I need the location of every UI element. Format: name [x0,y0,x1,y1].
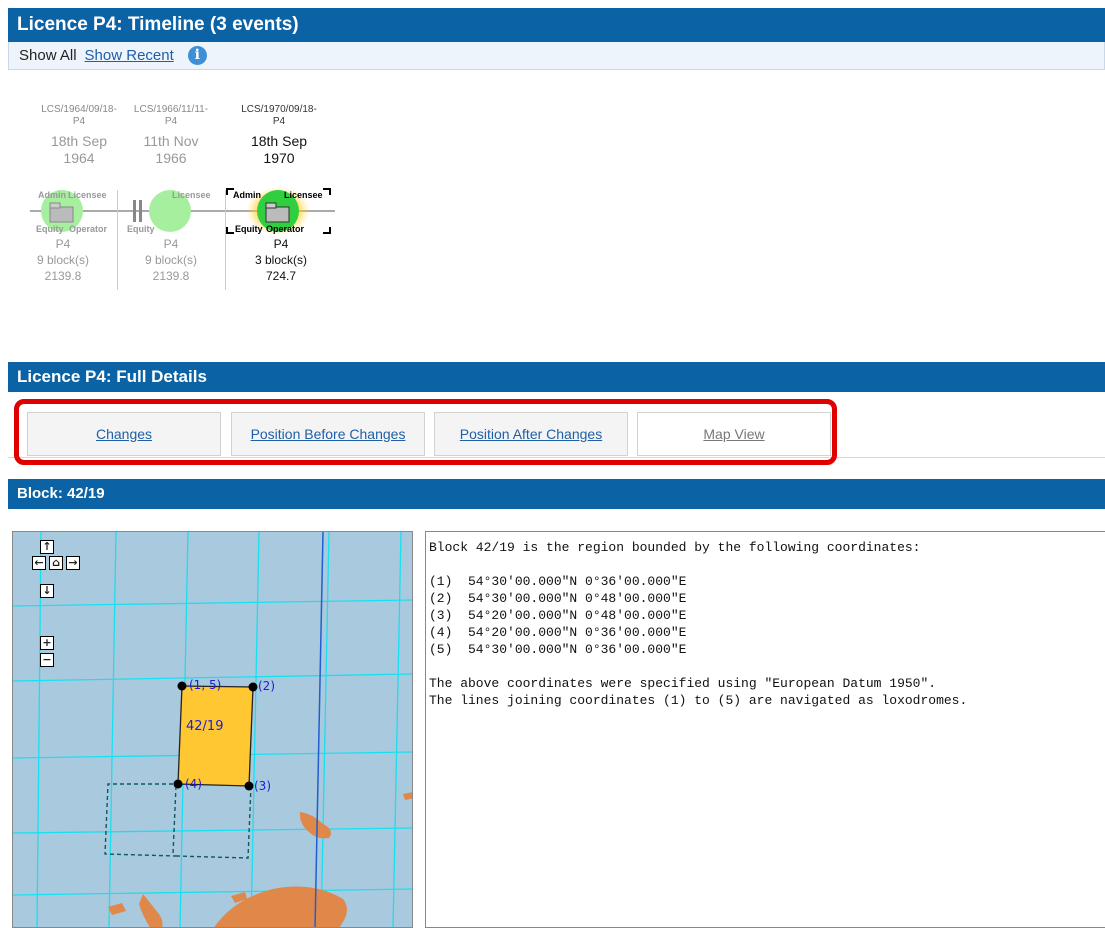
timeline-divider [225,190,226,290]
neighbour-blocks [104,783,252,859]
vertex-label-4: (4) [185,777,202,791]
vertex-marker[interactable] [248,682,258,692]
show-recent-link[interactable]: Show Recent [85,47,174,64]
pan-up-icon[interactable]: ↑ [40,540,54,554]
role-licensee: Licensee [284,190,323,200]
event-1-summary: P4 9 block(s) 2139.8 [36,237,89,283]
pan-left-icon[interactable]: ← [32,556,46,570]
zoom-in-icon[interactable]: + [40,636,54,650]
role-operator: Operator [266,224,305,234]
lines-note: The lines joining coordinates (1) to (5)… [429,693,968,708]
timeline-event-3[interactable]: LCS/1970/09/18- P4 18th Sep 1970 [233,104,325,167]
vertex-label-2: (2) [258,679,275,693]
coord-line-4: (4) 54°20'00.000"N 0°36'00.000"E [429,625,687,640]
datum-note: The above coordinates were specified usi… [429,676,937,691]
pan-right-icon[interactable]: → [66,556,80,570]
vertex-marker[interactable] [173,779,183,789]
coord-line-5: (5) 54°30'00.000"N 0°36'00.000"E [429,642,687,657]
block-title: Block: 42/19 [17,485,105,502]
event-code: LCS/1970/09/18- P4 [241,104,317,127]
role-admin: Admin [38,190,66,200]
block-code-label: 42/19 [186,719,224,734]
coord-line-2: (2) 54°30'00.000"N 0°48'00.000"E [429,591,687,606]
role-equity: Equity [127,224,155,234]
vertex-label-1-5: (1, 5) [189,678,222,692]
role-licensee: Licensee [68,190,107,200]
timeline-title: Licence P4: Timeline (3 events) [17,14,299,35]
selected-block-polygon[interactable] [177,685,254,787]
vertex-marker[interactable] [244,781,254,791]
role-licensee: Licensee [172,190,211,200]
show-all-label[interactable]: Show All [19,47,77,64]
zoom-out-icon[interactable]: − [40,653,54,667]
pan-down-icon[interactable]: ↓ [40,584,54,598]
role-operator: Operator [69,224,108,234]
vertex-marker[interactable] [177,681,187,691]
timeline-header: Licence P4: Timeline (3 events) [8,8,1105,42]
timeline-gap-marker [133,200,136,222]
event-code: LCS/1964/09/18- P4 [41,104,117,127]
block-header: Block: 42/19 [8,479,1105,509]
vertex-label-3: (3) [254,779,271,793]
timeline-event-1[interactable]: LCS/1964/09/18- P4 18th Sep 1964 [33,104,125,167]
land-area [108,792,412,927]
event-date: 18th Sep 1970 [250,133,308,166]
event-code: LCS/1966/11/11- P4 [133,104,209,127]
details-header: Licence P4: Full Details [8,362,1105,392]
role-admin: Admin [233,190,261,200]
tabs-highlight-box [14,399,837,465]
role-equity: Equity [235,224,263,234]
block-map[interactable]: 42/19 (1, 5) (2) (3) (4) ↑ ← ⌂ → ↓ + − [12,531,413,928]
event-date: 18th Sep 1964 [50,133,108,166]
info-icon[interactable]: i [187,46,207,65]
details-title: Licence P4: Full Details [17,367,207,386]
home-icon[interactable]: ⌂ [49,556,63,570]
event-3-summary: P4 3 block(s) 724.7 [254,237,307,283]
timeline-filter-bar: Show All Show Recent i [8,42,1105,70]
coord-line-3: (3) 54°20'00.000"N 0°48'00.000"E [429,608,687,623]
timeline-divider [117,190,118,290]
coords-intro: Block 42/19 is the region bounded by the… [429,540,921,555]
event-date: 11th Nov 1966 [143,133,199,166]
event-2-summary: P4 9 block(s) 2139.8 [144,237,197,283]
block-coordinates-text: Block 42/19 is the region bounded by the… [425,531,1105,928]
timeline-event-2[interactable]: LCS/1966/11/11- P4 11th Nov 1966 [125,104,217,167]
role-equity: Equity [36,224,64,234]
coord-line-1: (1) 54°30'00.000"N 0°36'00.000"E [429,574,687,589]
